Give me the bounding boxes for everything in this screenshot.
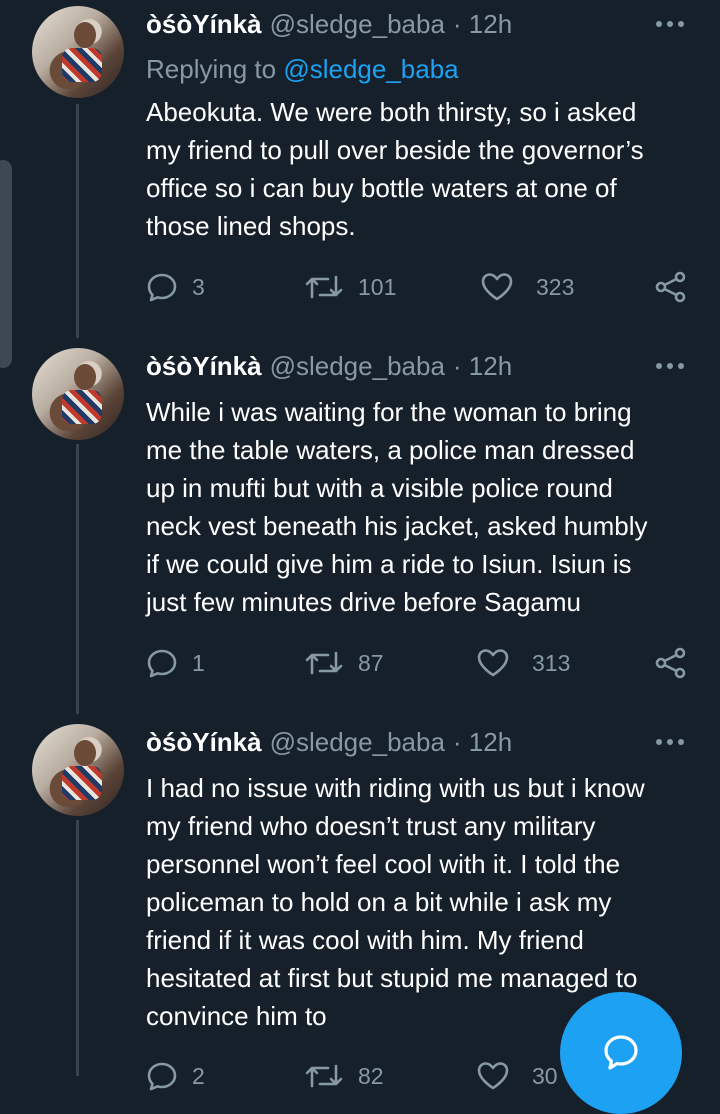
retweet-icon bbox=[305, 275, 343, 299]
reply-count: 2 bbox=[192, 1062, 205, 1089]
author-name[interactable]: òśòYínkà bbox=[146, 727, 262, 758]
author-handle[interactable]: @sledge_baba bbox=[270, 727, 445, 758]
tweet[interactable]: òśòYínkà @sledge_baba · 12h While i was … bbox=[0, 340, 720, 720]
reply-icon bbox=[147, 273, 177, 302]
tweet-line: I had no issue with riding with us but i… bbox=[146, 773, 645, 803]
tweet-time: · 12h bbox=[452, 8, 513, 39]
like-count: 313 bbox=[532, 649, 571, 676]
like-count: 323 bbox=[536, 273, 575, 300]
author-name[interactable]: òśòYínkà bbox=[146, 9, 262, 40]
tweet-actions: 3 101 323 bbox=[146, 267, 691, 307]
tweet-line: me the table waters, a police man dresse… bbox=[146, 435, 635, 465]
replying-mention[interactable]: @sledge_baba bbox=[283, 54, 458, 84]
reply-button[interactable]: 1 bbox=[146, 643, 205, 683]
tweet-line: policeman to hold on a bit while i ask m… bbox=[146, 887, 612, 917]
reply-count: 1 bbox=[192, 649, 205, 676]
tweet-line: just few minutes drive before Sagamu bbox=[146, 587, 581, 617]
tweet-line: if we could give him a ride to Isiun. Is… bbox=[146, 549, 632, 579]
tweet-line: While i was waiting for the woman to bri… bbox=[146, 397, 632, 427]
like-button[interactable]: 313 bbox=[476, 643, 570, 683]
tweet-line: my friend who doesn’t trust any military bbox=[146, 811, 596, 841]
tweet-time: · 12h bbox=[452, 350, 513, 381]
more-icon[interactable] bbox=[656, 724, 684, 760]
tweet-line: up in mufti but with a visible police ro… bbox=[146, 473, 613, 503]
tweet-line: my friend to pull over beside the govern… bbox=[146, 135, 644, 165]
like-button[interactable]: 30 bbox=[476, 1056, 558, 1096]
tweet-line: those lined shops. bbox=[146, 211, 356, 241]
retweet-icon bbox=[305, 651, 343, 675]
avatar[interactable] bbox=[32, 6, 124, 98]
tweet[interactable]: òśòYínkà @sledge_baba · 12h Replying to … bbox=[0, 0, 720, 330]
retweet-count: 82 bbox=[358, 1062, 384, 1089]
tweet-text: While i was waiting for the woman to bri… bbox=[146, 393, 706, 621]
tweet-line: neck vest beneath his jacket, asked humb… bbox=[146, 511, 648, 541]
heart-icon bbox=[481, 273, 513, 301]
avatar[interactable] bbox=[32, 724, 124, 816]
compose-button[interactable] bbox=[560, 992, 682, 1114]
replying-label: Replying to bbox=[146, 54, 277, 84]
retweet-button[interactable]: 82 bbox=[304, 1056, 384, 1096]
more-icon[interactable] bbox=[656, 6, 684, 42]
retweet-count: 87 bbox=[358, 649, 384, 676]
reply-count: 3 bbox=[192, 273, 205, 300]
author-handle[interactable]: @sledge_baba bbox=[270, 9, 445, 40]
share-icon bbox=[655, 647, 686, 679]
tweet-text: Abeokuta. We were both thirsty, so i ask… bbox=[146, 93, 706, 245]
tweet-line: office so i can buy bottle waters at one… bbox=[146, 173, 617, 203]
like-count: 30 bbox=[532, 1062, 558, 1089]
reply-button[interactable]: 2 bbox=[146, 1056, 205, 1096]
author-name[interactable]: òśòYínkà bbox=[146, 351, 262, 382]
avatar[interactable] bbox=[32, 348, 124, 440]
like-button[interactable]: 323 bbox=[480, 267, 574, 307]
replying-to: Replying to @sledge_baba bbox=[146, 54, 459, 85]
author-handle[interactable]: @sledge_baba bbox=[270, 351, 445, 382]
share-icon bbox=[655, 271, 686, 303]
reply-icon bbox=[147, 649, 177, 678]
retweet-icon bbox=[305, 1064, 343, 1088]
retweet-count: 101 bbox=[358, 273, 397, 300]
share-button[interactable] bbox=[654, 643, 688, 683]
retweet-button[interactable]: 101 bbox=[304, 267, 396, 307]
tweet-time: · 12h bbox=[452, 726, 513, 757]
tweet-line: Abeokuta. We were both thirsty, so i ask… bbox=[146, 97, 637, 127]
tweet-header: òśòYínkà @sledge_baba · 12h bbox=[146, 6, 512, 42]
retweet-button[interactable]: 87 bbox=[304, 643, 384, 683]
tweet-actions: 1 87 313 bbox=[146, 643, 691, 683]
tweet-header: òśòYínkà @sledge_baba · 12h bbox=[146, 348, 512, 384]
heart-icon bbox=[477, 1062, 509, 1090]
reply-icon bbox=[147, 1062, 177, 1091]
tweet-line: friend if it was cool with him. My frien… bbox=[146, 925, 584, 955]
compose-icon bbox=[604, 1035, 638, 1070]
heart-icon bbox=[477, 649, 509, 677]
share-button[interactable] bbox=[654, 267, 688, 307]
tweet-line: personnel won’t feel cool with it. I tol… bbox=[146, 849, 621, 879]
more-icon[interactable] bbox=[656, 348, 684, 384]
reply-button[interactable]: 3 bbox=[146, 267, 205, 307]
tweet-header: òśòYínkà @sledge_baba · 12h bbox=[146, 724, 512, 760]
